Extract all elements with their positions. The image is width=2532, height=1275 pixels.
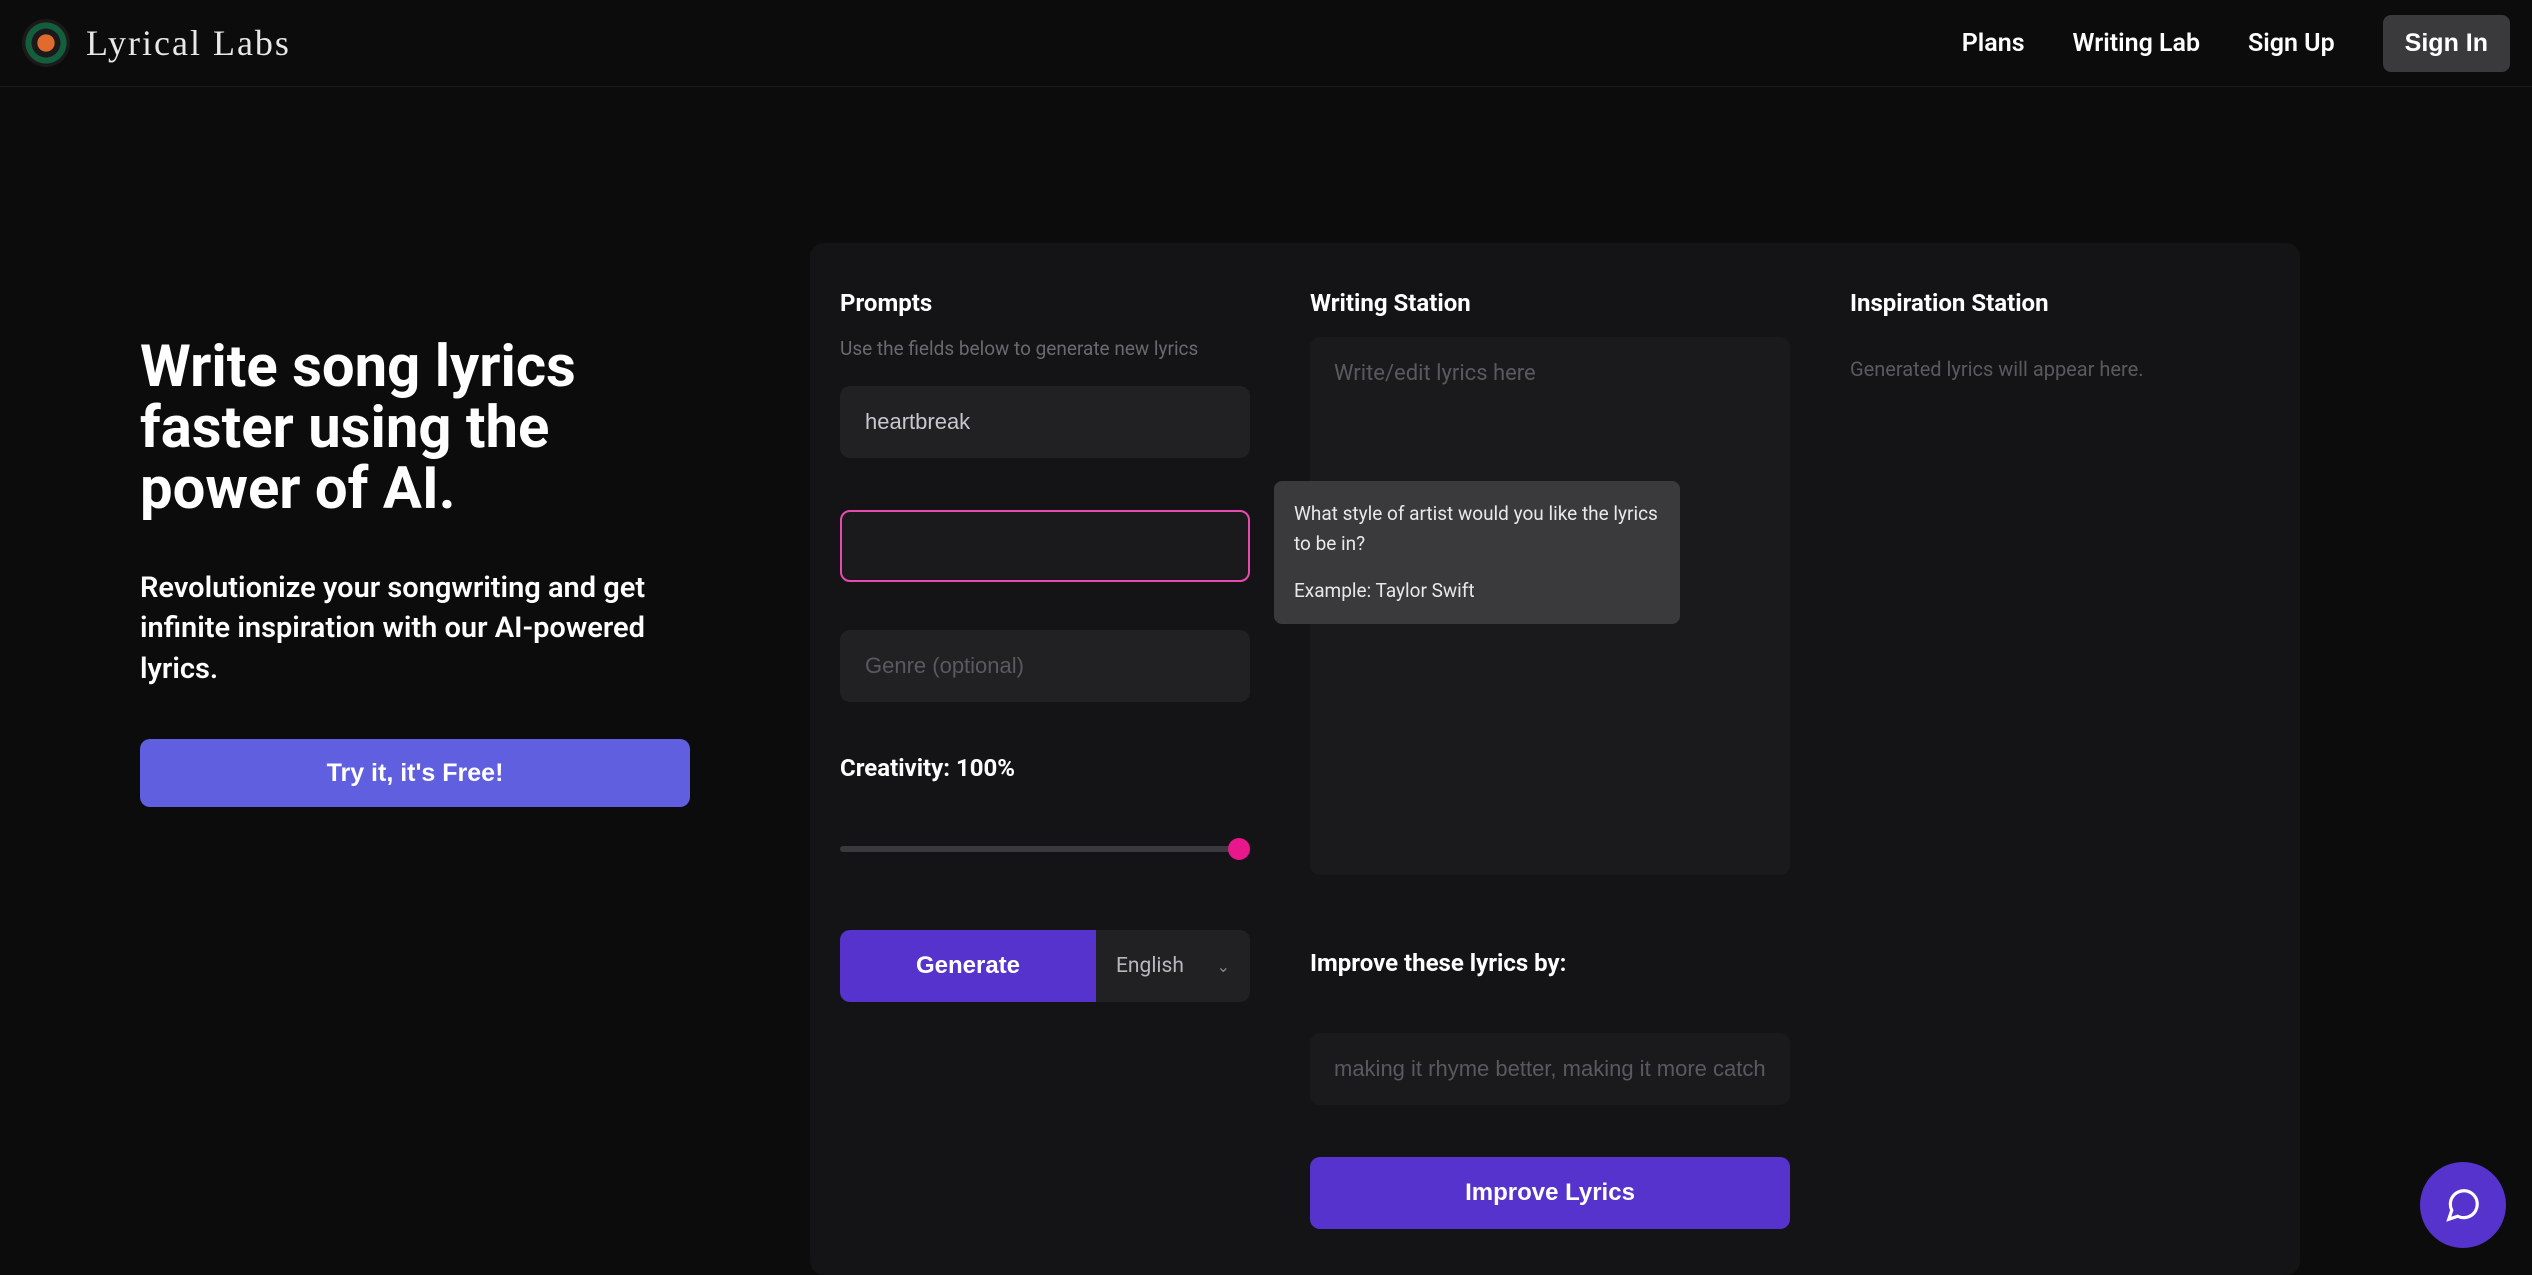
tooltip-line-2: Example: Taylor Swift [1294,576,1660,606]
logo[interactable]: Lyrical Labs [22,19,291,67]
generate-button[interactable]: Generate [840,930,1096,1002]
improve-lyrics-button[interactable]: Improve Lyrics [1310,1157,1790,1229]
app-panel: Prompts Use the fields below to generate… [810,243,2300,1275]
inspiration-station-column: Inspiration Station Generated lyrics wil… [1850,289,2330,1229]
sign-in-button[interactable]: Sign In [2383,15,2510,72]
inspiration-title: Inspiration Station [1850,289,2330,317]
slider-track [840,846,1250,852]
nav-sign-up[interactable]: Sign Up [2248,29,2335,58]
slider-thumb[interactable] [1228,838,1250,860]
tooltip-line-1: What style of artist would you like the … [1294,499,1660,560]
artist-tooltip: What style of artist would you like the … [1274,481,1680,624]
header: Lyrical Labs Plans Writing Lab Sign Up S… [0,0,2532,87]
hero-headline: Write song lyrics faster using the power… [140,337,700,520]
artist-style-input[interactable] [840,510,1250,582]
chat-bubble-button[interactable] [2420,1162,2506,1248]
nav-plans[interactable]: Plans [1962,29,2025,58]
language-value: English [1116,954,1184,978]
improve-label: Improve these lyrics by: [1310,949,1790,977]
main: Write song lyrics faster using the power… [0,87,2532,1275]
nav-writing-lab[interactable]: Writing Lab [2073,29,2200,58]
logo-text: Lyrical Labs [86,22,291,64]
hero-sub: Revolutionize your songwriting and get i… [140,568,670,690]
prompts-hint: Use the fields below to generate new lyr… [840,337,1250,360]
topic-input[interactable] [840,386,1250,458]
generate-row: Generate English ⌄ [840,930,1250,1002]
prompts-title: Prompts [840,289,1250,317]
hero: Write song lyrics faster using the power… [140,243,700,1275]
language-select[interactable]: English ⌄ [1096,930,1250,1002]
inspiration-placeholder: Generated lyrics will appear here. [1850,357,2330,381]
creativity-slider[interactable] [840,838,1250,860]
writing-title: Writing Station [1310,289,1790,317]
improve-input[interactable] [1310,1033,1790,1105]
chat-icon [2444,1186,2482,1224]
chevron-down-icon: ⌄ [1217,957,1230,976]
genre-input[interactable] [840,630,1250,702]
writing-station-column: Writing Station Improve these lyrics by:… [1310,289,1790,1229]
top-nav: Plans Writing Lab Sign Up Sign In [1962,15,2510,72]
try-free-button[interactable]: Try it, it's Free! [140,739,690,807]
prompts-column: Prompts Use the fields below to generate… [840,289,1250,1229]
logo-icon [22,19,70,67]
creativity-label: Creativity: 100% [840,754,1250,782]
